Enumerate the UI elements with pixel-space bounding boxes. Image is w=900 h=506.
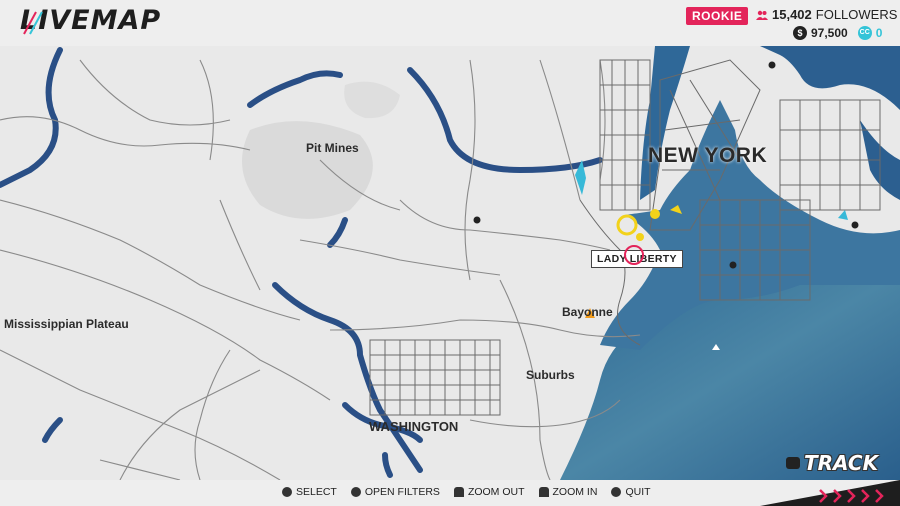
top-bar: LIVEMAP ROOKIE 15,402 FOLLOWERS $ 97,500…	[0, 0, 900, 46]
l2-button-icon	[453, 487, 464, 497]
livemap-logo: LIVEMAP	[20, 5, 162, 36]
currency-display: $ 97,500 CC 0	[793, 26, 882, 40]
zoom-in-control[interactable]: ZOOM IN	[538, 486, 598, 498]
washington-label: WASHINGTON	[369, 419, 459, 434]
followers-count: 15,402	[772, 7, 812, 22]
map-graphics	[0, 46, 900, 480]
crew-credits-icon: CC	[857, 26, 872, 40]
circle-button-icon	[350, 487, 361, 497]
bucks-coin-icon: $	[793, 26, 807, 40]
followers-label: FOLLOWERS	[815, 7, 898, 22]
followers-icon	[756, 10, 768, 20]
track-button[interactable]: TRACK	[786, 451, 878, 475]
zoom-in-label: ZOOM IN	[552, 486, 598, 498]
decorative-chevrons	[760, 480, 900, 506]
select-control[interactable]: SELECT	[282, 486, 337, 498]
followers-counter: 15,402 FOLLOWERS	[756, 7, 897, 22]
open-filters-control[interactable]: OPEN FILTERS	[350, 486, 440, 498]
circle-button-icon	[611, 487, 622, 497]
open-filters-label: OPEN FILTERS	[364, 486, 440, 498]
cross-button-icon	[282, 487, 292, 497]
track-label: TRACK	[804, 451, 879, 475]
mississippian-plateau-label: Mississippian Plateau	[4, 317, 129, 331]
money-value: 97,500	[811, 26, 848, 40]
quit-control[interactable]: QUIT	[611, 486, 651, 498]
track-icon	[786, 457, 800, 469]
zoom-out-label: ZOOM OUT	[467, 486, 525, 498]
quit-label: QUIT	[625, 486, 651, 498]
new-york-label: NEW YORK	[648, 144, 768, 167]
player-location-marker[interactable]	[624, 245, 644, 265]
bottom-controls-bar: SELECT OPEN FILTERS ZOOM OUT ZOOM IN QUI…	[0, 480, 900, 506]
crew-credits-value: 0	[875, 26, 883, 40]
rank-badge: ROOKIE	[686, 7, 749, 25]
suburbs-label: Suburbs	[526, 368, 575, 382]
pit-mines-label: Pit Mines	[306, 141, 359, 155]
select-label: SELECT	[296, 486, 337, 498]
map-canvas[interactable]: NEW YORK Pit Mines Mississippian Plateau…	[0, 46, 900, 480]
zoom-out-control[interactable]: ZOOM OUT	[453, 486, 525, 498]
r2-button-icon	[538, 487, 549, 497]
bayonne-label: Bayonne	[562, 305, 613, 319]
